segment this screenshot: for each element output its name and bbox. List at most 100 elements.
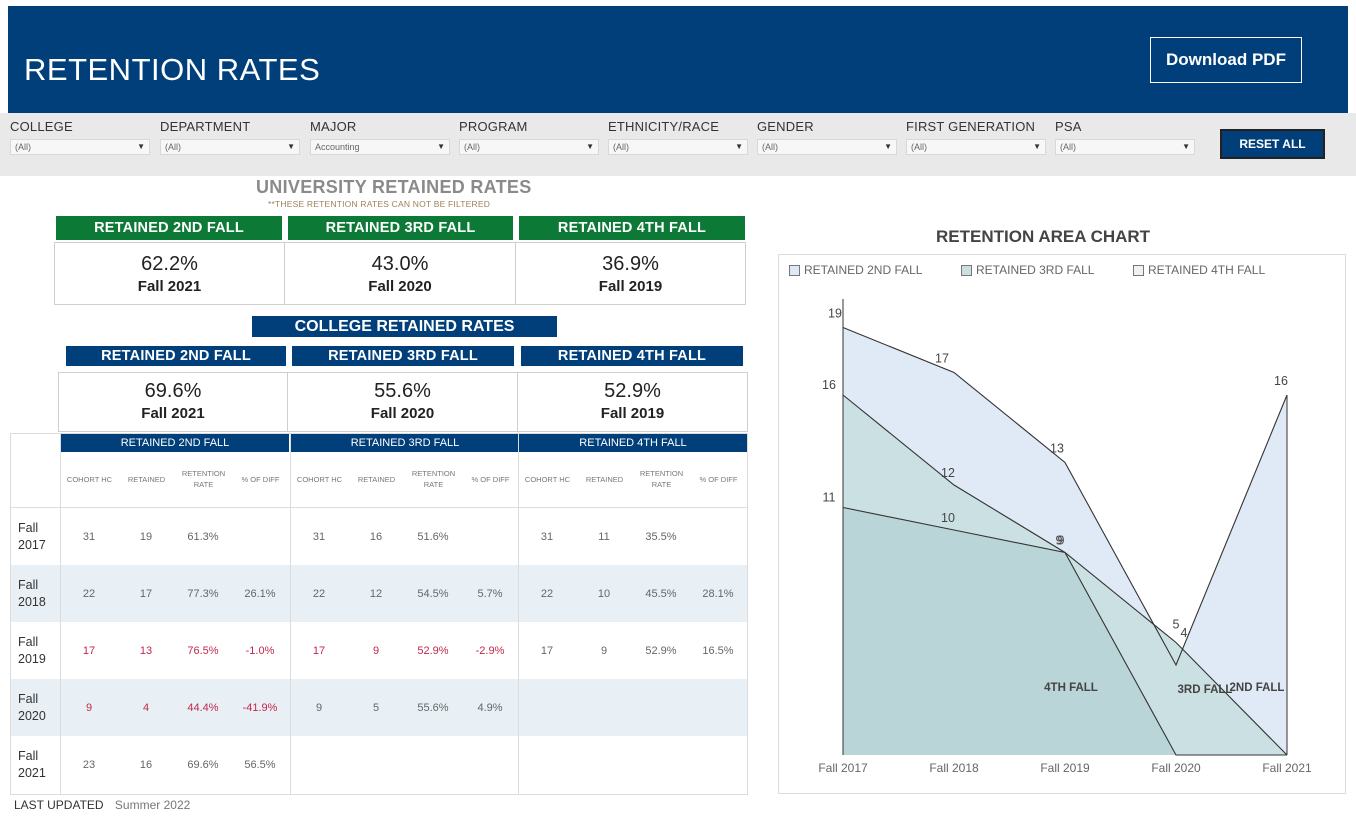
- filter-major: MAJOR Accounting ▼: [310, 119, 450, 155]
- table-cell: 4.9%: [477, 702, 503, 714]
- table-column-header: RETAINED: [127, 475, 166, 484]
- college-tile-header: RETAINED 2ND FALL: [66, 346, 286, 366]
- term-value: Fall 2019: [600, 405, 665, 422]
- chevron-down-icon: ▼: [287, 142, 295, 151]
- table-divider: [518, 434, 519, 794]
- table-cell: 17: [139, 588, 153, 600]
- table-cell: 69.6%: [187, 759, 219, 771]
- table-group-header: RETAINED 2ND FALL: [61, 434, 289, 452]
- table-cell: 9: [372, 645, 380, 657]
- table-cell: 52.9%: [645, 645, 677, 657]
- table-cell: 13: [139, 645, 153, 657]
- college-rates-title: COLLEGE RETAINED RATES: [252, 316, 557, 337]
- university-tile: 62.2% Fall 2021: [54, 242, 285, 305]
- table-cell: 54.5%: [417, 588, 449, 600]
- reset-all-button[interactable]: RESET ALL: [1220, 129, 1325, 159]
- table-column-header: RETENTION RATE: [639, 469, 684, 489]
- table-row: Fall 2017 31 19 61.3% 31 16 51.6% 31 11 35.5%: [11, 508, 747, 565]
- retention-table: RETAINED 2ND FALL COHORT HC RETAINED RETENT…: [10, 433, 748, 795]
- chevron-down-icon: ▼: [1033, 142, 1041, 151]
- table-cell: 61.3%: [187, 531, 219, 543]
- x-tick-label: Fall 2017: [818, 761, 868, 775]
- data-label: 4: [1181, 626, 1188, 640]
- table-column-header: RETAINED: [357, 475, 396, 484]
- university-tile: 36.9% Fall 2019: [515, 242, 746, 305]
- table-cell: 22: [540, 588, 554, 600]
- table-cell: -41.9%: [242, 702, 278, 714]
- table-cell: 52.9%: [417, 645, 449, 657]
- data-label: 16: [1274, 374, 1288, 388]
- data-label: 16: [822, 378, 836, 392]
- gender-select[interactable]: (All) ▼: [757, 139, 897, 155]
- filter-ethnicity: ETHNICITY/RACE (All) ▼: [608, 119, 748, 155]
- program-select[interactable]: (All) ▼: [459, 139, 599, 155]
- table-cell: 19: [139, 531, 153, 543]
- x-tick-label: Fall 2018: [929, 761, 979, 775]
- area-chart-panel: RETAINED 2ND FALL RETAINED 3RD FALL RETA…: [778, 254, 1346, 794]
- filter-gender: GENDER (All) ▼: [757, 119, 897, 155]
- term-value: Fall 2021: [141, 405, 205, 422]
- term-value: Fall 2020: [370, 405, 435, 422]
- filter-label: MAJOR: [310, 119, 357, 134]
- table-group-header: RETAINED 4TH FALL: [519, 434, 747, 452]
- filter-label: PSA: [1055, 119, 1082, 134]
- table-column-header: COHORT HC: [296, 475, 343, 484]
- rate-value: 43.0%: [371, 253, 429, 275]
- filter-label: PROGRAM: [459, 119, 528, 134]
- table-column-header: % OF DIFF: [471, 475, 510, 484]
- filter-label: ETHNICITY/RACE: [608, 119, 720, 134]
- table-cell: 17: [312, 645, 326, 657]
- select-value: (All): [15, 142, 31, 152]
- major-select[interactable]: Accounting ▼: [310, 139, 450, 155]
- table-cell: 26.1%: [244, 588, 276, 600]
- college-tile: 52.9% Fall 2019: [517, 372, 748, 432]
- chevron-down-icon: ▼: [735, 142, 743, 151]
- table-cell: 77.3%: [187, 588, 219, 600]
- table-cell: 56.5%: [244, 759, 276, 771]
- table-cell: 17: [82, 645, 96, 657]
- table-cell: 16: [369, 531, 383, 543]
- page-title: RETENTION RATES: [24, 52, 321, 87]
- table-cell: 31: [312, 531, 326, 543]
- select-value: Accounting: [315, 142, 360, 152]
- last-updated: LAST UPDATED Summer 2022: [14, 798, 190, 812]
- department-select[interactable]: (All) ▼: [160, 139, 300, 155]
- table-row: Fall 2019 17 13 76.5% -1.0% 17 9 52.9% -2.9% 17 9 52…: [11, 622, 747, 679]
- ethnicity-select[interactable]: (All) ▼: [608, 139, 748, 155]
- psa-select[interactable]: (All) ▼: [1055, 139, 1195, 155]
- table-column-header: RETENTION RATE: [411, 469, 456, 489]
- chevron-down-icon: ▼: [586, 142, 594, 151]
- first-generation-select[interactable]: (All) ▼: [906, 139, 1046, 155]
- college-tile-header: RETAINED 4TH FALL: [521, 346, 743, 366]
- series-end-label: 3RD FALL: [1178, 684, 1233, 696]
- table-row: Fall 2021 23 16 69.6% 56.5%: [11, 736, 747, 793]
- x-tick-label: Fall 2020: [1151, 761, 1201, 775]
- table-cell: 22: [312, 588, 326, 600]
- college-select[interactable]: (All) ▼: [10, 139, 150, 155]
- rate-value: 52.9%: [604, 380, 661, 402]
- x-tick-label: Fall 2021: [1262, 761, 1312, 775]
- filter-first-generation: FIRST GENERATION (All) ▼: [906, 119, 1046, 155]
- filter-label: DEPARTMENT: [160, 119, 251, 134]
- university-tile-header: RETAINED 3RD FALL: [288, 216, 513, 240]
- download-pdf-button[interactable]: Download PDF: [1150, 37, 1302, 83]
- select-value: (All): [165, 142, 181, 152]
- table-cell: 11: [598, 531, 610, 543]
- university-tile: 43.0% Fall 2020: [284, 242, 516, 305]
- university-rates-note: **THESE RETENTION RATES CAN NOT BE FILTE…: [268, 199, 491, 209]
- rate-value: 69.6%: [144, 380, 202, 402]
- row-year: Fall 2020: [18, 692, 46, 723]
- series-end-label: 4TH FALL: [1044, 682, 1098, 694]
- select-value: (All): [613, 142, 629, 152]
- table-cell: 44.4%: [187, 702, 219, 714]
- table-divider: [290, 434, 291, 794]
- table-cell: 23: [82, 759, 96, 771]
- select-value: (All): [911, 142, 927, 152]
- area-chart: 191713416161295111092ND FALL3RD FALL4TH …: [818, 299, 1312, 775]
- table-column-header: COHORT HC: [524, 475, 571, 484]
- filter-label: COLLEGE: [10, 119, 73, 134]
- data-label: 10: [941, 511, 955, 525]
- row-year: Fall 2017: [18, 521, 46, 552]
- rate-value: 55.6%: [374, 380, 431, 402]
- last-updated-value: Summer 2022: [114, 798, 191, 812]
